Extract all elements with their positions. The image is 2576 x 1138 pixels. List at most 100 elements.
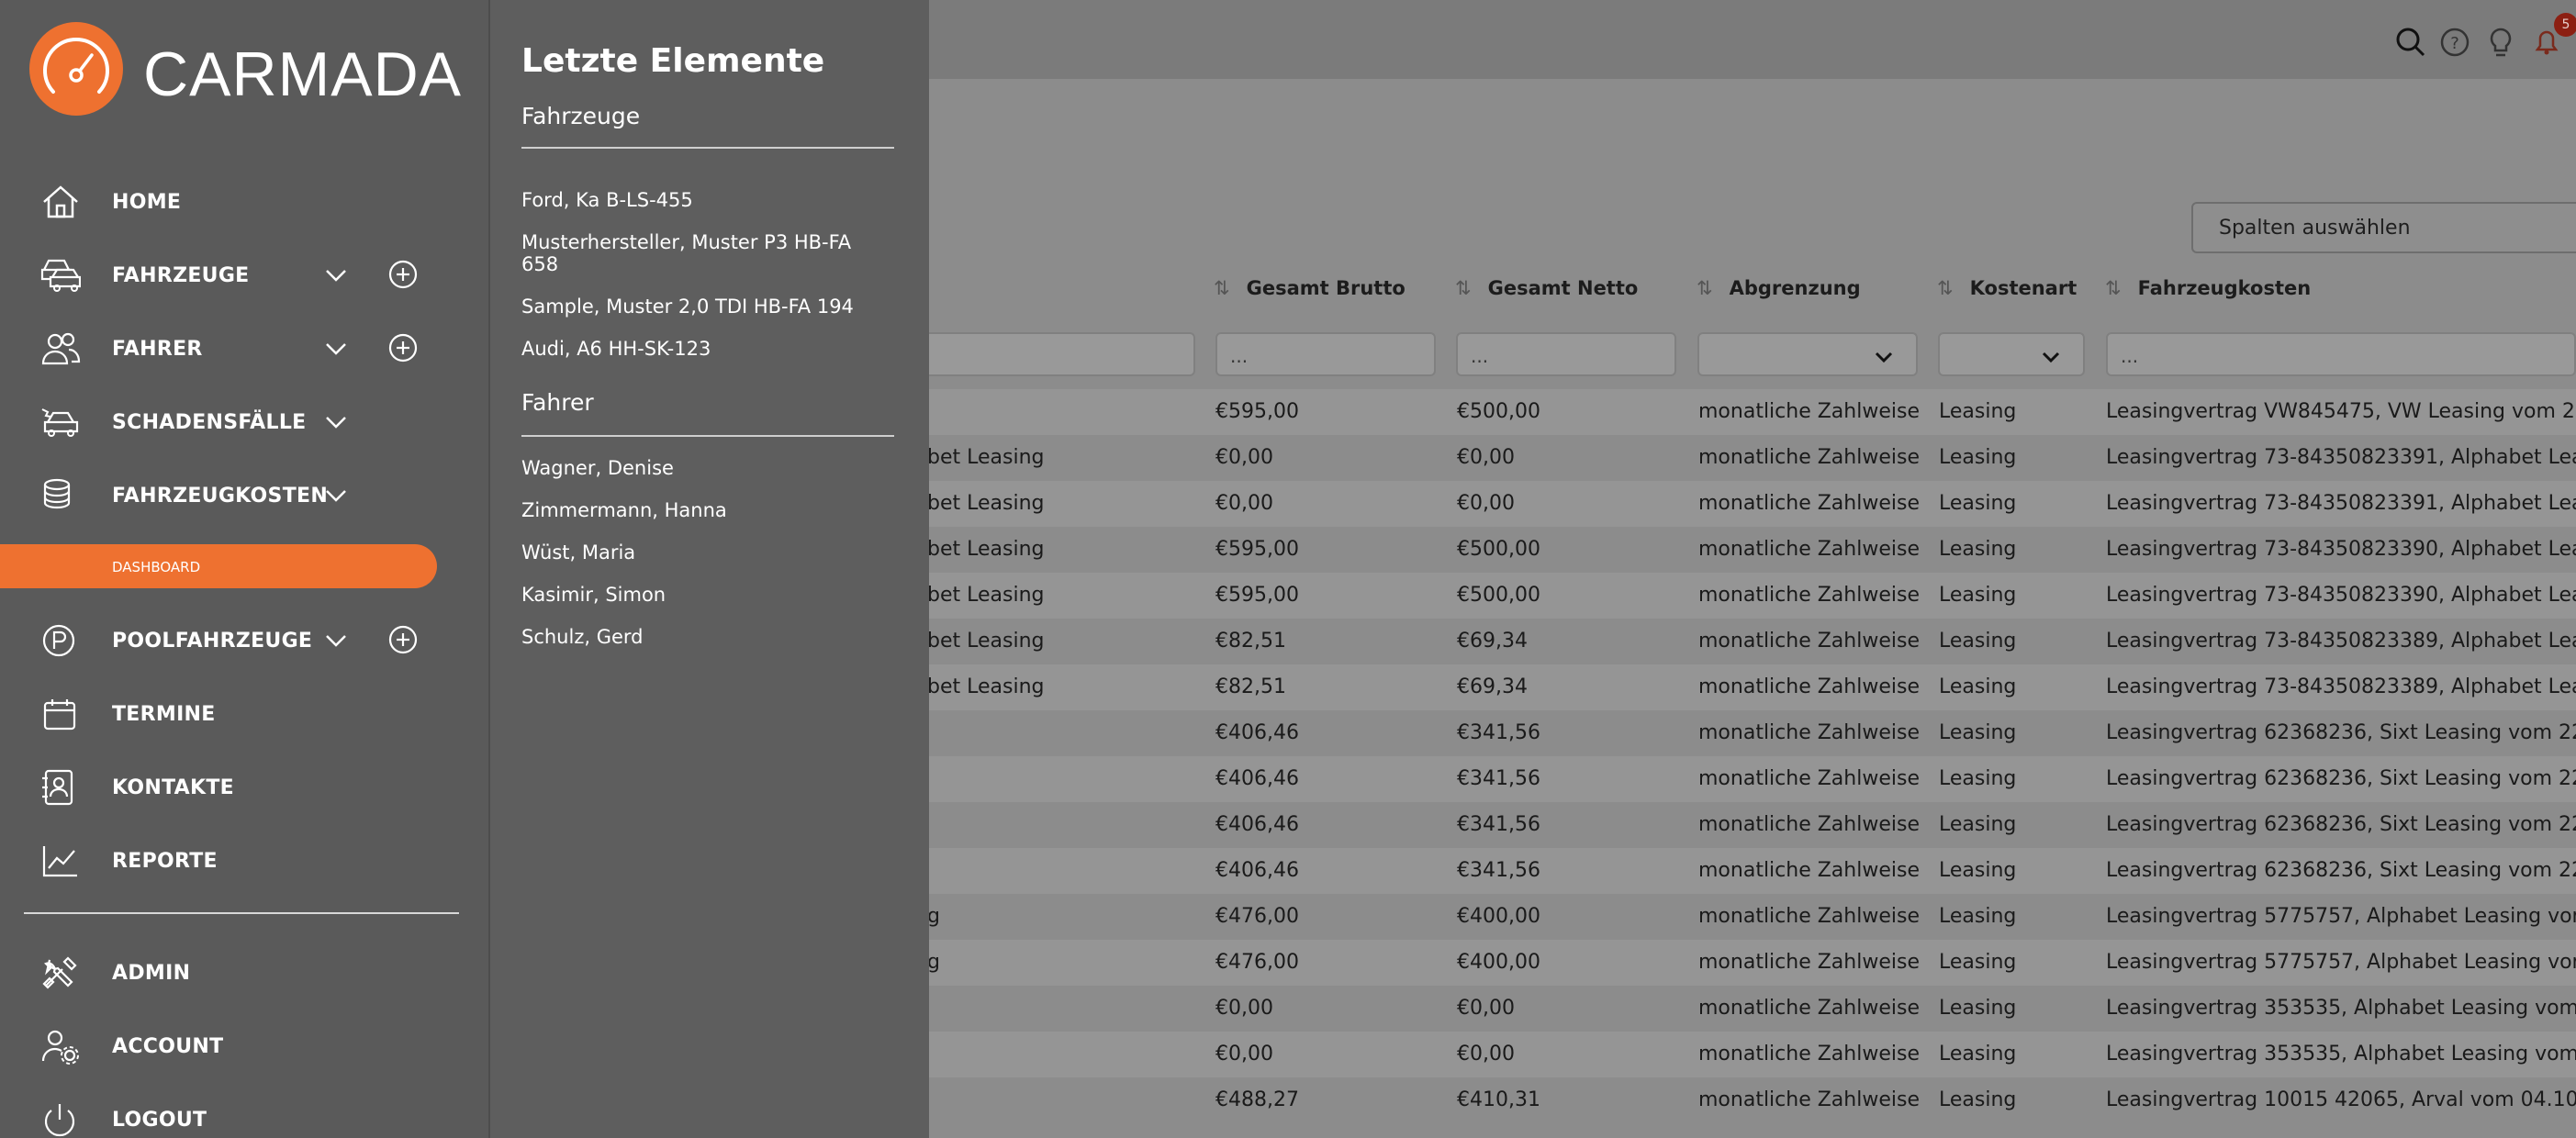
chevron-down-icon[interactable]: [321, 334, 351, 367]
cell-fahrzeugkosten: Leasingvertrag 10015 42065, Arval vom 04…: [2106, 1088, 2576, 1111]
cell-abgrenzung: monatliche Zahlweise: [1698, 538, 1920, 561]
sort-icon[interactable]: ⇅: [2105, 277, 2122, 299]
cell-kostenart: Leasing: [1939, 1043, 2017, 1065]
sidebar-item-label: FAHRZEUGKOSTEN: [112, 485, 329, 508]
sidebar-item-label: POOLFAHRZEUGE: [112, 630, 313, 653]
cell-kostenart: Leasing: [1939, 905, 2017, 928]
chevron-down-icon[interactable]: [321, 626, 351, 659]
filter-abgrenzung-select[interactable]: [1697, 332, 1918, 376]
recent-driver-item[interactable]: Wagner, Denise: [521, 457, 870, 479]
recent-driver-item[interactable]: Schulz, Gerd: [521, 626, 870, 648]
car-icon: [40, 257, 82, 294]
users-icon: [40, 330, 81, 367]
cell-prefix: g: [927, 905, 940, 928]
cell-abgrenzung: monatliche Zahlweise: [1698, 1043, 1920, 1065]
car-damage-icon: [40, 404, 81, 441]
chevron-down-icon[interactable]: [321, 481, 351, 514]
cell-kostenart: Leasing: [1939, 400, 2017, 423]
recent-driver-item[interactable]: Kasimir, Simon: [521, 584, 870, 606]
tools-icon: [40, 954, 81, 991]
recent-vehicle-item[interactable]: Musterhersteller, Muster P3 HB-FA 658: [521, 231, 870, 275]
recent-driver-item[interactable]: Zimmermann, Hanna: [521, 499, 870, 521]
column-header-gesamt-netto[interactable]: ⇅ Gesamt Netto: [1455, 277, 1638, 299]
cell-fahrzeugkosten: Leasingvertrag VW845475, VW Leasing vom …: [2106, 400, 2576, 423]
sidebar-item-reporte[interactable]: REPORTE: [0, 833, 488, 888]
sidebar-item-fahrer[interactable]: FAHRER: [0, 321, 488, 376]
cell-fahrzeugkosten: Leasingvertrag 73-84350823391, Alphabet …: [2106, 492, 2576, 515]
sidebar-item-fahrzeuge[interactable]: FAHRZEUGE: [0, 248, 488, 303]
column-header-abgrenzung[interactable]: ⇅ Abgrenzung: [1697, 277, 1861, 299]
search-icon[interactable]: [2392, 24, 2429, 61]
recent-vehicle-item[interactable]: Sample, Muster 2,0 TDI HB-FA 194: [521, 296, 870, 318]
cell-abgrenzung: monatliche Zahlweise: [1698, 997, 1920, 1020]
sidebar-item-label: LOGOUT: [112, 1109, 207, 1132]
cell-brutto: €0,00: [1215, 997, 1273, 1020]
add-driver-icon[interactable]: [387, 332, 419, 367]
recent-driver-item[interactable]: Wüst, Maria: [521, 541, 870, 563]
cell-netto: €0,00: [1457, 446, 1515, 469]
sidebar-item-account[interactable]: ACCOUNT: [0, 1019, 488, 1074]
cell-prefix: bet Leasing: [927, 446, 1045, 469]
sort-icon[interactable]: ⇅: [1214, 277, 1230, 299]
cell-abgrenzung: monatliche Zahlweise: [1698, 630, 1920, 653]
add-pool-vehicle-icon[interactable]: [387, 624, 419, 659]
recent-panel-title: Letzte Elemente: [521, 42, 825, 80]
sidebar-item-label: FAHRZEUGE: [112, 264, 250, 287]
notification-badge: 5: [2554, 13, 2576, 37]
cell-prefix: bet Leasing: [927, 492, 1045, 515]
logo[interactable]: CARMADA: [29, 22, 461, 117]
cell-kostenart: Leasing: [1939, 721, 2017, 744]
cell-kostenart: Leasing: [1939, 584, 2017, 607]
cell-brutto: €595,00: [1215, 584, 1299, 607]
column-header-kostenart[interactable]: ⇅ Kostenart: [1937, 277, 2077, 299]
recent-vehicle-item[interactable]: Ford, Ka B-LS-455: [521, 189, 870, 211]
sidebar-item-logout[interactable]: LOGOUT: [0, 1092, 488, 1138]
cell-fahrzeugkosten: Leasingvertrag 73-84350823389, Alphabet …: [2106, 630, 2576, 653]
sidebar-item-label: TERMINE: [112, 703, 216, 726]
bell-icon[interactable]: 5: [2528, 13, 2576, 61]
sidebar-item-kontakte[interactable]: KONTAKTE: [0, 760, 488, 815]
cell-netto: €341,56: [1457, 721, 1540, 744]
sidebar-item-admin[interactable]: ADMIN: [0, 945, 488, 1000]
column-select-dropdown[interactable]: Spalten auswählen: [2191, 202, 2576, 253]
filter-netto-input[interactable]: ...: [1456, 332, 1676, 376]
column-header-gesamt-brutto[interactable]: ⇅ Gesamt Brutto: [1214, 277, 1406, 299]
sidebar-item-label: REPORTE: [112, 850, 218, 873]
cell-kostenart: Leasing: [1939, 538, 2017, 561]
contact-card-icon: [40, 769, 81, 806]
sidebar-item-label: HOME: [112, 191, 182, 214]
sort-icon[interactable]: ⇅: [1455, 277, 1472, 299]
cell-fahrzeugkosten: Leasingvertrag 62368236, Sixt Leasing vo…: [2106, 813, 2576, 836]
cell-brutto: €476,00: [1215, 905, 1299, 928]
cell-netto: €410,31: [1457, 1088, 1540, 1111]
sort-icon[interactable]: ⇅: [1937, 277, 1954, 299]
filter-kostenart-select[interactable]: [1938, 332, 2085, 376]
cell-brutto: €0,00: [1215, 1043, 1273, 1065]
cell-prefix: bet Leasing: [927, 584, 1045, 607]
sidebar-subitem-dashboard[interactable]: DASHBOARD: [0, 544, 437, 588]
recent-vehicle-item[interactable]: Audi, A6 HH-SK-123: [521, 338, 870, 360]
sidebar-item-home[interactable]: HOME: [0, 174, 488, 229]
sidebar-item-schadensfaelle[interactable]: SCHADENSFÄLLE: [0, 395, 488, 450]
cell-abgrenzung: monatliche Zahlweise: [1698, 675, 1920, 698]
cell-abgrenzung: monatliche Zahlweise: [1698, 859, 1920, 882]
filter-brutto-input[interactable]: ...: [1215, 332, 1436, 376]
cell-abgrenzung: monatliche Zahlweise: [1698, 767, 1920, 790]
add-vehicle-icon[interactable]: [387, 259, 419, 294]
cell-brutto: €0,00: [1215, 446, 1273, 469]
column-header-fahrzeugkosten[interactable]: ⇅ Fahrzeugkosten: [2105, 277, 2311, 299]
filter-fahrzeugkosten-input[interactable]: ...: [2106, 332, 2576, 376]
help-icon[interactable]: ?: [2436, 24, 2473, 61]
sidebar-item-poolfahrzeuge[interactable]: POOLFAHRZEUGE: [0, 613, 488, 668]
sidebar-divider: [24, 912, 459, 914]
sidebar-item-label: KONTAKTE: [112, 776, 234, 799]
sidebar-item-fahrzeugkosten[interactable]: FAHRZEUGKOSTEN: [0, 468, 488, 523]
chevron-down-icon[interactable]: [321, 261, 351, 294]
chevron-down-icon[interactable]: [321, 407, 351, 441]
cell-abgrenzung: monatliche Zahlweise: [1698, 905, 1920, 928]
lightbulb-icon[interactable]: [2482, 24, 2519, 61]
sidebar-item-termine[interactable]: TERMINE: [0, 686, 488, 742]
cell-fahrzeugkosten: Leasingvertrag 73-84350823391, Alphabet …: [2106, 446, 2576, 469]
sort-icon[interactable]: ⇅: [1697, 277, 1713, 299]
sidebar: CARMADA HOME FAHRZEUGE FAHRER SCHADENSFÄ…: [0, 0, 488, 1138]
